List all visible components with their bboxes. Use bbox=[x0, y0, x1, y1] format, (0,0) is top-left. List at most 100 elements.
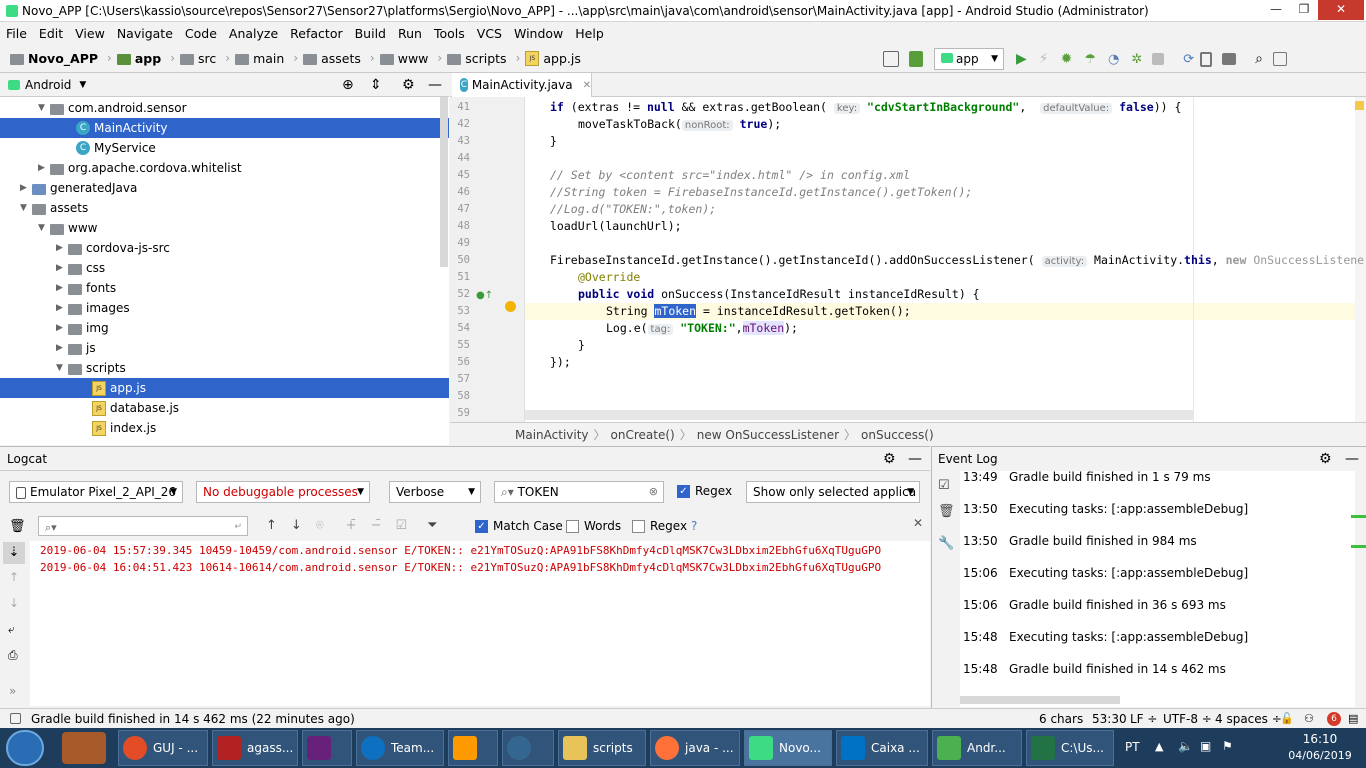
gear-icon[interactable]: ⚙ bbox=[1319, 451, 1332, 467]
up-icon[interactable]: ↑ bbox=[9, 570, 19, 584]
taskbar-item[interactable]: agass... bbox=[212, 730, 298, 766]
start-button[interactable] bbox=[6, 730, 44, 766]
stop-icon[interactable] bbox=[1152, 53, 1165, 65]
debug-icon[interactable]: ✹ bbox=[1061, 51, 1073, 67]
filter-icon[interactable]: ⏷ bbox=[427, 518, 437, 533]
taskbar-item[interactable]: GUJ - ... bbox=[118, 730, 208, 766]
breadcrumb-main[interactable]: main bbox=[235, 51, 284, 66]
locate-icon[interactable]: ⊕ bbox=[342, 77, 354, 93]
taskbar-item[interactable] bbox=[448, 730, 498, 766]
crumb-onsuccess[interactable]: onSuccess() bbox=[861, 428, 934, 442]
menu-refactor[interactable]: Refactor bbox=[284, 26, 348, 41]
gear-icon[interactable]: ⚙ bbox=[402, 77, 415, 93]
search-icon[interactable]: ⌕ bbox=[1255, 51, 1263, 67]
menu-window[interactable]: Window bbox=[508, 26, 569, 41]
project-view-select[interactable]: Android bbox=[25, 78, 71, 92]
wrench-icon[interactable]: 🔧 bbox=[938, 536, 954, 551]
flag-icon[interactable]: ⚑ bbox=[1222, 739, 1233, 753]
hide-icon[interactable]: — bbox=[1345, 451, 1359, 467]
checkbox-checked[interactable]: ✓ bbox=[475, 519, 488, 533]
tree-item-generatedjava[interactable]: ▶ generatedJava bbox=[0, 178, 449, 198]
tree-item-cordova-whitelist[interactable]: ▶ org.apache.cordova.whitelist bbox=[0, 158, 449, 178]
notification-badge[interactable]: 6 bbox=[1327, 711, 1341, 726]
profile-icon[interactable]: ◔ bbox=[1108, 52, 1119, 67]
menu-analyze[interactable]: Analyze bbox=[223, 26, 284, 41]
crumb-mainactivity[interactable]: MainActivity bbox=[515, 428, 589, 442]
maximize-button[interactable]: ❐ bbox=[1290, 0, 1318, 20]
logcat-output[interactable]: 2019-06-04 15:57:39.345 10459-10459/com.… bbox=[30, 541, 930, 706]
lock-icon[interactable]: 🔓 bbox=[1280, 712, 1294, 725]
menu-navigate[interactable]: Navigate bbox=[111, 26, 179, 41]
clock-date[interactable]: 04/06/2019 bbox=[1280, 749, 1360, 762]
match-case-checkbox[interactable]: ✓ Match Case bbox=[475, 519, 563, 533]
tree-item-index-js[interactable]: JS index.js bbox=[0, 418, 449, 438]
editor-hscrollbar[interactable] bbox=[525, 410, 1193, 420]
logcat-search-input[interactable]: ⌕▾ TOKEN ⊗ bbox=[494, 481, 664, 503]
tree-item-js[interactable]: ▶ js bbox=[0, 338, 449, 358]
tree-item-cordova-js-src[interactable]: ▶ cordova-js-src bbox=[0, 238, 449, 258]
soft-wrap-icon[interactable]: ⤶ bbox=[8, 622, 15, 637]
arrow-down-icon[interactable]: ↓ bbox=[291, 518, 302, 533]
remove-selection-icon[interactable]: −̄ bbox=[371, 518, 382, 533]
taskbar-item[interactable] bbox=[302, 730, 352, 766]
tree-item-com-android-sensor[interactable]: ▼ com.android.sensor bbox=[0, 98, 449, 118]
trash-icon[interactable]: 🗑 bbox=[9, 519, 26, 534]
menu-file[interactable]: File bbox=[0, 26, 33, 41]
more-icon[interactable]: » bbox=[9, 684, 16, 698]
process-select[interactable]: No debuggable processes ▼ bbox=[196, 481, 370, 503]
event-log-scrollbar[interactable] bbox=[960, 696, 1120, 704]
print-icon[interactable]: ⎙ bbox=[8, 648, 18, 663]
find-occurrence-icon[interactable]: ⌾ bbox=[316, 518, 324, 533]
breadcrumb-project[interactable]: Novo_APP bbox=[10, 51, 98, 66]
menu-vcs[interactable]: VCS bbox=[471, 26, 508, 41]
build-variants-icon[interactable] bbox=[883, 51, 899, 67]
menu-help[interactable]: Help bbox=[569, 26, 610, 41]
tree-item-images[interactable]: ▶ images bbox=[0, 298, 449, 318]
breadcrumb-www[interactable]: www bbox=[379, 51, 428, 66]
down-icon[interactable]: ↓ bbox=[9, 596, 19, 610]
sdk-manager-icon[interactable] bbox=[1222, 53, 1237, 65]
regex-checkbox[interactable]: ✓ Regex bbox=[677, 484, 732, 498]
chevron-down-icon[interactable]: ▼ bbox=[79, 80, 86, 90]
add-selection-icon[interactable]: +̄ bbox=[346, 518, 357, 533]
taskbar-item[interactable]: C:\Us... bbox=[1026, 730, 1114, 766]
log-level-select[interactable]: Verbose ▼ bbox=[389, 481, 481, 503]
taskbar-item[interactable]: Andr... bbox=[932, 730, 1022, 766]
tree-item-database-js[interactable]: JS database.js bbox=[0, 398, 449, 418]
taskbar-item[interactable]: scripts bbox=[558, 730, 646, 766]
breadcrumb-src[interactable]: src bbox=[180, 51, 216, 66]
regex-find-checkbox[interactable]: Regex bbox=[632, 519, 687, 533]
inspector-icon[interactable]: ⚇ bbox=[1304, 712, 1314, 725]
log-line[interactable]: 2019-06-04 15:57:39.345 10459-10459/com.… bbox=[40, 544, 881, 557]
menu-tools[interactable]: Tools bbox=[428, 26, 471, 41]
collapse-all-icon[interactable]: ⇕ bbox=[370, 77, 382, 93]
menu-build[interactable]: Build bbox=[349, 26, 392, 41]
breadcrumb-scripts[interactable]: scripts bbox=[447, 51, 507, 66]
network-icon[interactable]: ▣ bbox=[1200, 739, 1211, 753]
filter-select[interactable]: Show only selected applica ▼ bbox=[746, 481, 920, 503]
taskbar-item[interactable]: Team... bbox=[356, 730, 444, 766]
hide-icon[interactable]: — bbox=[428, 77, 442, 93]
file-encoding[interactable]: UTF-8 ÷ bbox=[1163, 712, 1212, 726]
breadcrumb-app-js[interactable]: JS app.js bbox=[525, 50, 581, 66]
gear-icon[interactable]: ⚙ bbox=[883, 451, 896, 467]
tab-mainactivity[interactable]: C MainActivity.java ✕ bbox=[452, 73, 592, 97]
make-project-icon[interactable] bbox=[909, 51, 923, 67]
tree-item-myservice[interactable]: C MyService bbox=[0, 138, 449, 158]
tree-item-img[interactable]: ▶ img bbox=[0, 318, 449, 338]
select-all-icon[interactable]: ☑ bbox=[395, 518, 407, 533]
tree-item-fonts[interactable]: ▶ fonts bbox=[0, 278, 449, 298]
minimize-button[interactable]: — bbox=[1262, 0, 1290, 20]
device-select[interactable]: Emulator Pixel_2_API_26 ▼ bbox=[9, 481, 183, 503]
run-icon[interactable]: ▶ bbox=[1016, 51, 1027, 67]
words-checkbox[interactable]: Words bbox=[566, 519, 621, 533]
inspection-status-icon[interactable] bbox=[1355, 101, 1364, 110]
pinned-app-icon[interactable] bbox=[62, 732, 106, 764]
menu-view[interactable]: View bbox=[69, 26, 111, 41]
close-icon[interactable]: ✕ bbox=[913, 516, 923, 530]
show-hidden-icons[interactable]: ▲ bbox=[1155, 740, 1163, 753]
checkbox-unchecked[interactable] bbox=[566, 519, 579, 533]
crumb-oncreate[interactable]: onCreate() bbox=[611, 428, 675, 442]
sync-gradle-icon[interactable]: ⟳ bbox=[1183, 52, 1194, 67]
arrow-up-icon[interactable]: ↑ bbox=[266, 518, 277, 533]
